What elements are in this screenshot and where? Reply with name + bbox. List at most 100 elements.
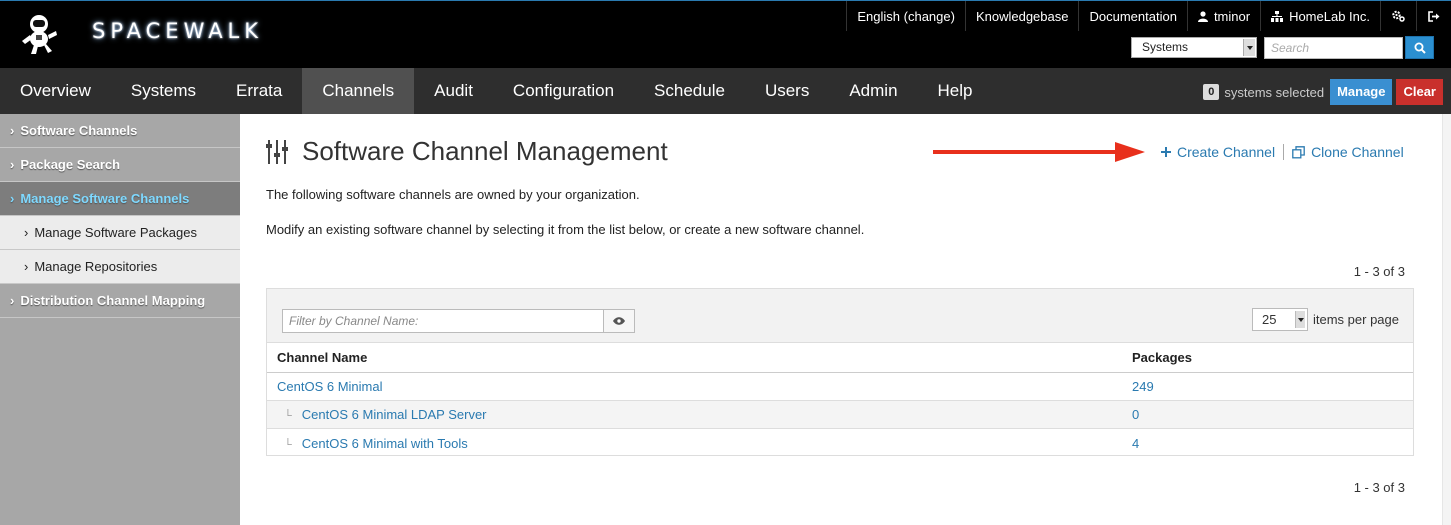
sidebar-item-software-channels[interactable]: › Software Channels (0, 114, 240, 148)
chevron-right-icon: › (10, 157, 15, 172)
page-title: Software Channel Management (302, 136, 668, 166)
table-row: └ CentOS 6 Minimal with Tools 4 (267, 429, 1413, 457)
search-type-value: Systems (1142, 40, 1189, 54)
sidebar-item-manage-repositories[interactable]: › Manage Repositories (0, 250, 240, 284)
column-header-packages[interactable]: Packages (1132, 350, 1192, 365)
sidebar-item-distribution-channel-mapping[interactable]: › Distribution Channel Mapping (0, 284, 240, 318)
search-button[interactable] (1405, 36, 1434, 59)
filter-bar: 25 items per page (267, 289, 1413, 343)
system-set-manager: 0 systems selected Manage Clear (1203, 79, 1443, 105)
sidebar-item-label: Manage Software Packages (34, 225, 197, 240)
nav-tab-overview[interactable]: Overview (0, 68, 111, 114)
gears-icon (1392, 10, 1405, 22)
chevron-down-icon (1243, 39, 1255, 56)
sidebar-item-manage-software-packages[interactable]: › Manage Software Packages (0, 216, 240, 250)
sidebar-item-package-search[interactable]: › Package Search (0, 148, 240, 182)
organization-name: HomeLab Inc. (1289, 8, 1370, 24)
nav-tab-channels[interactable]: Channels (302, 68, 415, 114)
package-count-link[interactable]: 249 (1132, 379, 1154, 394)
page-heading: Software Channel Management (266, 136, 668, 167)
page-actions: Create Channel Clone Channel (1161, 144, 1404, 160)
selected-systems-label: systems selected (1224, 84, 1325, 100)
channel-name-link[interactable]: CentOS 6 Minimal LDAP Server (302, 407, 487, 422)
chevron-right-icon: › (24, 225, 29, 240)
channel-list-panel: 25 items per page Channel Name Packages … (266, 288, 1414, 456)
user-name: tminor (1213, 8, 1251, 24)
intro-text-modify: Modify an existing software channel by s… (266, 222, 865, 237)
create-channel-label: Create Channel (1177, 144, 1276, 160)
nav-tab-audit[interactable]: Audit (414, 68, 493, 114)
sidebar-item-label: Manage Repositories (34, 259, 158, 274)
clear-button[interactable]: Clear (1396, 79, 1443, 105)
clone-channel-link[interactable]: Clone Channel (1292, 144, 1404, 160)
chevron-right-icon: › (10, 123, 15, 138)
language-link[interactable]: English (change) (846, 1, 965, 31)
sidebar: › Software Channels › Package Search › M… (0, 114, 240, 525)
nav-tab-errata[interactable]: Errata (216, 68, 302, 114)
child-channel-indent-icon: └ (284, 438, 292, 451)
sidebar-item-label: Package Search (20, 157, 121, 172)
package-count-link[interactable]: 4 (1132, 436, 1139, 451)
chevron-right-icon: › (24, 259, 29, 274)
nav-tab-help[interactable]: Help (918, 68, 993, 114)
pagination-count-bottom: 1 - 3 of 3 (1353, 480, 1405, 495)
search-area: Systems (1131, 36, 1434, 59)
organization-link[interactable]: HomeLab Inc. (1260, 1, 1380, 31)
brand-name: SPACEWALK (92, 19, 264, 43)
pagination-count-top: 1 - 3 of 3 (1353, 264, 1405, 279)
channel-name-link[interactable]: CentOS 6 Minimal (277, 379, 382, 394)
utility-bar: English (change) Knowledgebase Documenta… (846, 1, 1451, 31)
preferences-button[interactable] (1380, 1, 1416, 31)
chevron-right-icon: › (10, 293, 15, 308)
channels-sliders-icon (266, 139, 288, 164)
items-per-page-label: items per page (1313, 312, 1399, 327)
manage-button[interactable]: Manage (1330, 79, 1393, 105)
selected-systems-count: 0 (1203, 84, 1220, 100)
knowledgebase-link[interactable]: Knowledgebase (964, 1, 1079, 31)
child-channel-indent-icon: └ (284, 410, 292, 422)
intro-text-owned: The following software channels are owne… (266, 187, 640, 202)
clone-icon (1292, 145, 1305, 158)
column-header-channel-name[interactable]: Channel Name (277, 350, 367, 365)
channel-name-link[interactable]: CentOS 6 Minimal with Tools (302, 436, 468, 451)
filter-apply-button[interactable] (604, 309, 635, 333)
items-per-page-value: 25 (1262, 312, 1277, 327)
sign-out-icon (1428, 10, 1440, 22)
channel-name-filter-input[interactable] (282, 309, 604, 333)
nav-tab-schedule[interactable]: Schedule (634, 68, 745, 114)
header: SPACEWALK English (change) Knowledgebase… (0, 0, 1451, 68)
nav-tab-systems[interactable]: Systems (111, 68, 216, 114)
search-icon (1414, 42, 1426, 54)
sidebar-item-label: Manage Software Channels (20, 191, 190, 206)
clone-channel-label: Clone Channel (1311, 144, 1404, 160)
nav-tab-admin[interactable]: Admin (829, 68, 917, 114)
search-input[interactable] (1264, 36, 1403, 59)
page-scrollbar[interactable] (1442, 114, 1451, 525)
organization-icon (1271, 10, 1284, 22)
table-header-row: Channel Name Packages (267, 343, 1413, 373)
action-divider (1283, 144, 1285, 160)
nav-tab-configuration[interactable]: Configuration (493, 68, 634, 114)
table-row: CentOS 6 Minimal 249 (267, 373, 1413, 401)
documentation-link[interactable]: Documentation (1078, 1, 1186, 31)
plus-icon (1161, 147, 1171, 157)
eye-icon (613, 317, 625, 325)
sidebar-item-label: Distribution Channel Mapping (20, 293, 206, 308)
sidebar-item-manage-software-channels[interactable]: › Manage Software Channels (0, 182, 240, 216)
sign-out-button[interactable] (1416, 1, 1451, 31)
chevron-right-icon: › (10, 191, 15, 206)
red-arrow-annotation (933, 142, 1145, 162)
items-per-page-control: 25 items per page (1252, 308, 1399, 331)
main-content: Software Channel Management Create Chann… (240, 114, 1442, 525)
user-icon (1197, 10, 1208, 22)
chevron-down-icon (1295, 311, 1305, 328)
search-type-select[interactable]: Systems (1131, 37, 1257, 58)
nav-tab-users[interactable]: Users (745, 68, 829, 114)
create-channel-link[interactable]: Create Channel (1161, 144, 1275, 160)
sidebar-item-label: Software Channels (20, 123, 138, 138)
package-count-link[interactable]: 0 (1132, 407, 1139, 422)
user-menu[interactable]: tminor (1186, 1, 1260, 31)
table-row: └ CentOS 6 Minimal LDAP Server 0 (267, 401, 1413, 429)
items-per-page-select[interactable]: 25 (1252, 308, 1308, 331)
spacewalk-astronaut-logo[interactable] (16, 11, 62, 57)
